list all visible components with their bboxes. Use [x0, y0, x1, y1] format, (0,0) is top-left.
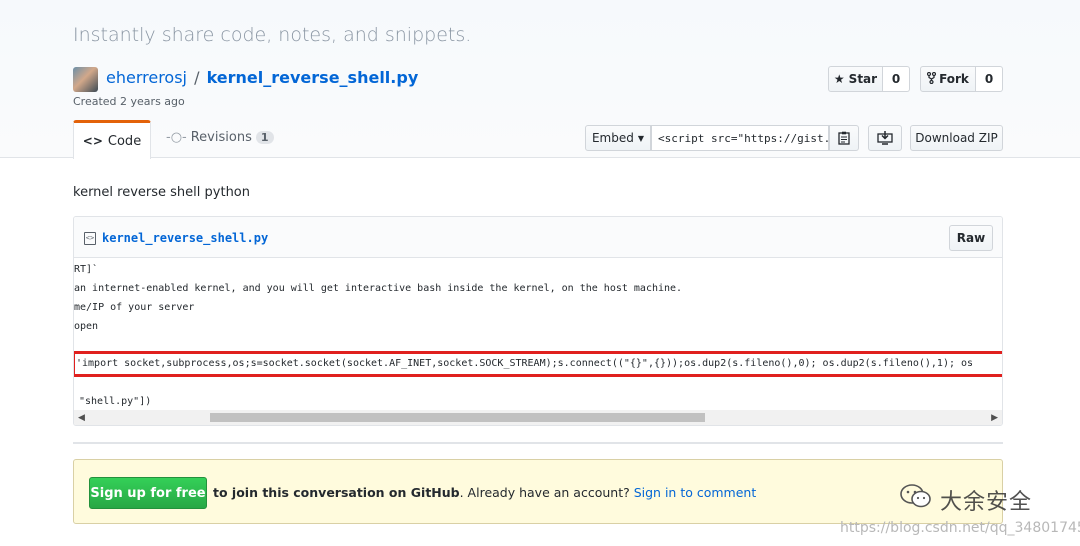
star-count[interactable]: 0 [883, 66, 910, 92]
star-label: Star [848, 72, 878, 86]
file-header: <> kernel_reverse_shell.py Raw [74, 217, 1002, 258]
signin-link[interactable]: Sign in to comment [634, 485, 757, 500]
tab-code-label: Code [107, 133, 142, 149]
star-button[interactable]: ★ Star [828, 66, 883, 92]
embed-url-input[interactable]: <script src="https://gist. [651, 125, 829, 151]
embed-label: Embed [591, 131, 634, 145]
created-date: Created 2 years ago [73, 95, 185, 108]
tab-code[interactable]: <> Code [73, 120, 151, 159]
code-line: "shell.py"]) [79, 396, 152, 407]
highlight-box [74, 351, 1002, 377]
file-box: <> kernel_reverse_shell.py Raw RT]` an i… [73, 216, 1003, 426]
file-code-icon: <> [84, 231, 96, 245]
chevron-down-icon: ▼ [637, 133, 645, 143]
scroll-thumb[interactable] [210, 413, 705, 422]
raw-button[interactable]: Raw [949, 225, 993, 251]
signup-button[interactable]: Sign up for free [89, 477, 207, 509]
gist-description: kernel reverse shell python [73, 185, 250, 200]
revisions-icon: -○- [166, 130, 187, 145]
code-line: open [74, 321, 99, 332]
copy-button[interactable] [829, 125, 859, 151]
clipboard-icon [838, 131, 850, 145]
tab-revisions[interactable]: -○- Revisions 1 [166, 130, 274, 145]
signup-banner: Sign up for free to join this conversati… [73, 459, 1003, 524]
fork-button[interactable]: Fork [920, 66, 976, 92]
owner-link[interactable]: eherrerosj [106, 68, 187, 87]
download-zip-button[interactable]: Download ZIP [910, 125, 1003, 151]
desktop-download-icon [877, 131, 893, 145]
scroll-left-icon[interactable]: ◀ [78, 412, 85, 423]
scroll-right-icon[interactable]: ▶ [991, 412, 998, 423]
file-name-link[interactable]: <> kernel_reverse_shell.py [84, 231, 268, 245]
watermark-brand: 大余安全 [940, 490, 1033, 515]
revisions-count: 1 [255, 131, 274, 144]
code-line: me/IP of your server [74, 302, 195, 313]
signup-text: to join this conversation on GitHub. Alr… [213, 485, 756, 500]
fork-label: Fork [939, 72, 969, 86]
signup-strong-text: to join this conversation on GitHub [213, 485, 460, 500]
fork-icon [926, 71, 937, 87]
gist-name-link[interactable]: kernel_reverse_shell.py [207, 68, 419, 87]
tagline: Instantly share code, notes, and snippet… [73, 24, 472, 46]
title-separator: / [194, 68, 200, 87]
signup-mid-text: . Already have an account? [459, 485, 634, 500]
tab-revisions-label: Revisions [190, 130, 252, 145]
owner-avatar[interactable] [73, 67, 98, 92]
embed-select[interactable]: Embed ▼ [585, 125, 651, 151]
fork-count[interactable]: 0 [976, 66, 1003, 92]
gist-header: Instantly share code, notes, and snippet… [0, 0, 1080, 159]
gist-title: eherrerosj / kernel_reverse_shell.py [106, 68, 418, 87]
wechat-logo-icon [900, 484, 931, 508]
file-name-label: kernel_reverse_shell.py [102, 231, 269, 245]
star-icon: ★ [833, 72, 845, 86]
divider [73, 442, 1003, 444]
code-line: RT]` [74, 264, 99, 275]
desktop-download-button[interactable] [868, 125, 902, 151]
horizontal-scrollbar[interactable]: ◀ ▶ [74, 410, 1002, 425]
code-icon: <> [82, 134, 103, 148]
code-line: an internet-enabled kernel, and you will… [74, 283, 683, 294]
watermark-url: https://blog.csdn.net/qq_34801745 [840, 520, 1080, 536]
